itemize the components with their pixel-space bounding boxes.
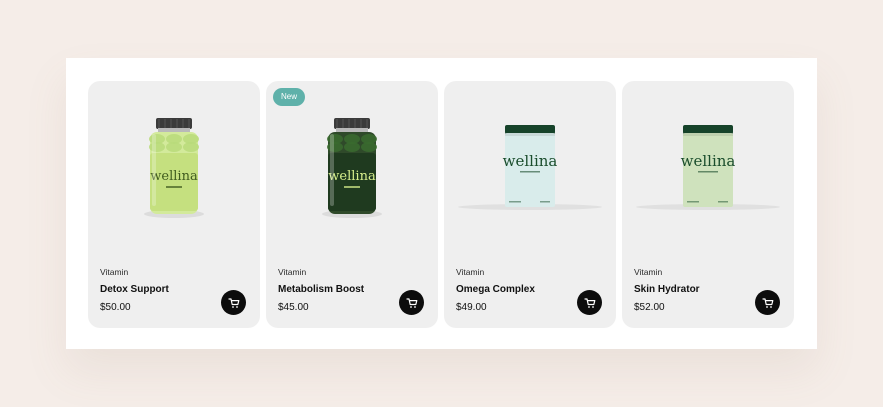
supplement-tub: wellina: [458, 125, 602, 210]
product-image[interactable]: wellina: [88, 81, 260, 256]
product-card[interactable]: wellina Vitamin Skin Hydrator $52.00: [622, 81, 794, 328]
product-card[interactable]: wellina Vitamin Detox Support $50.00: [88, 81, 260, 328]
product-name[interactable]: Metabolism Boost: [278, 284, 364, 295]
product-category: Vitamin: [278, 267, 307, 277]
cart-icon: [583, 297, 595, 308]
product-category: Vitamin: [634, 267, 663, 277]
supplement-bottle: wellina: [144, 118, 204, 218]
product-card[interactable]: wellina New Vitamin Metabolism Boost $45…: [266, 81, 438, 328]
product-price: $49.00: [456, 302, 487, 313]
product-price: $45.00: [278, 302, 309, 313]
product-name[interactable]: Omega Complex: [456, 284, 535, 295]
add-to-cart-button[interactable]: [399, 290, 424, 315]
cart-icon: [227, 297, 239, 308]
brand-label: wellina: [681, 152, 736, 170]
product-price: $52.00: [634, 302, 665, 313]
product-image[interactable]: wellina: [622, 81, 794, 256]
add-to-cart-button[interactable]: [577, 290, 602, 315]
product-name[interactable]: Skin Hydrator: [634, 284, 700, 295]
product-category: Vitamin: [456, 267, 485, 277]
cart-icon: [405, 297, 417, 308]
product-name[interactable]: Detox Support: [100, 284, 169, 295]
new-badge: New: [273, 88, 306, 106]
add-to-cart-button[interactable]: [755, 290, 780, 315]
product-category: Vitamin: [100, 267, 129, 277]
brand-label: wellina: [328, 169, 376, 184]
product-grid: wellina Vitamin Detox Support $50.00 wel…: [88, 81, 794, 328]
supplement-bottle: wellina: [322, 118, 382, 218]
product-card[interactable]: wellina Vitamin Omega Complex $49.00: [444, 81, 616, 328]
product-image[interactable]: wellina: [266, 81, 438, 256]
add-to-cart-button[interactable]: [221, 290, 246, 315]
brand-label: wellina: [150, 169, 198, 184]
product-panel: wellina Vitamin Detox Support $50.00 wel…: [66, 58, 817, 349]
brand-label: wellina: [503, 152, 558, 170]
supplement-tub: wellina: [636, 125, 780, 210]
cart-icon: [761, 297, 773, 308]
product-price: $50.00: [100, 302, 131, 313]
product-image[interactable]: wellina: [444, 81, 616, 256]
